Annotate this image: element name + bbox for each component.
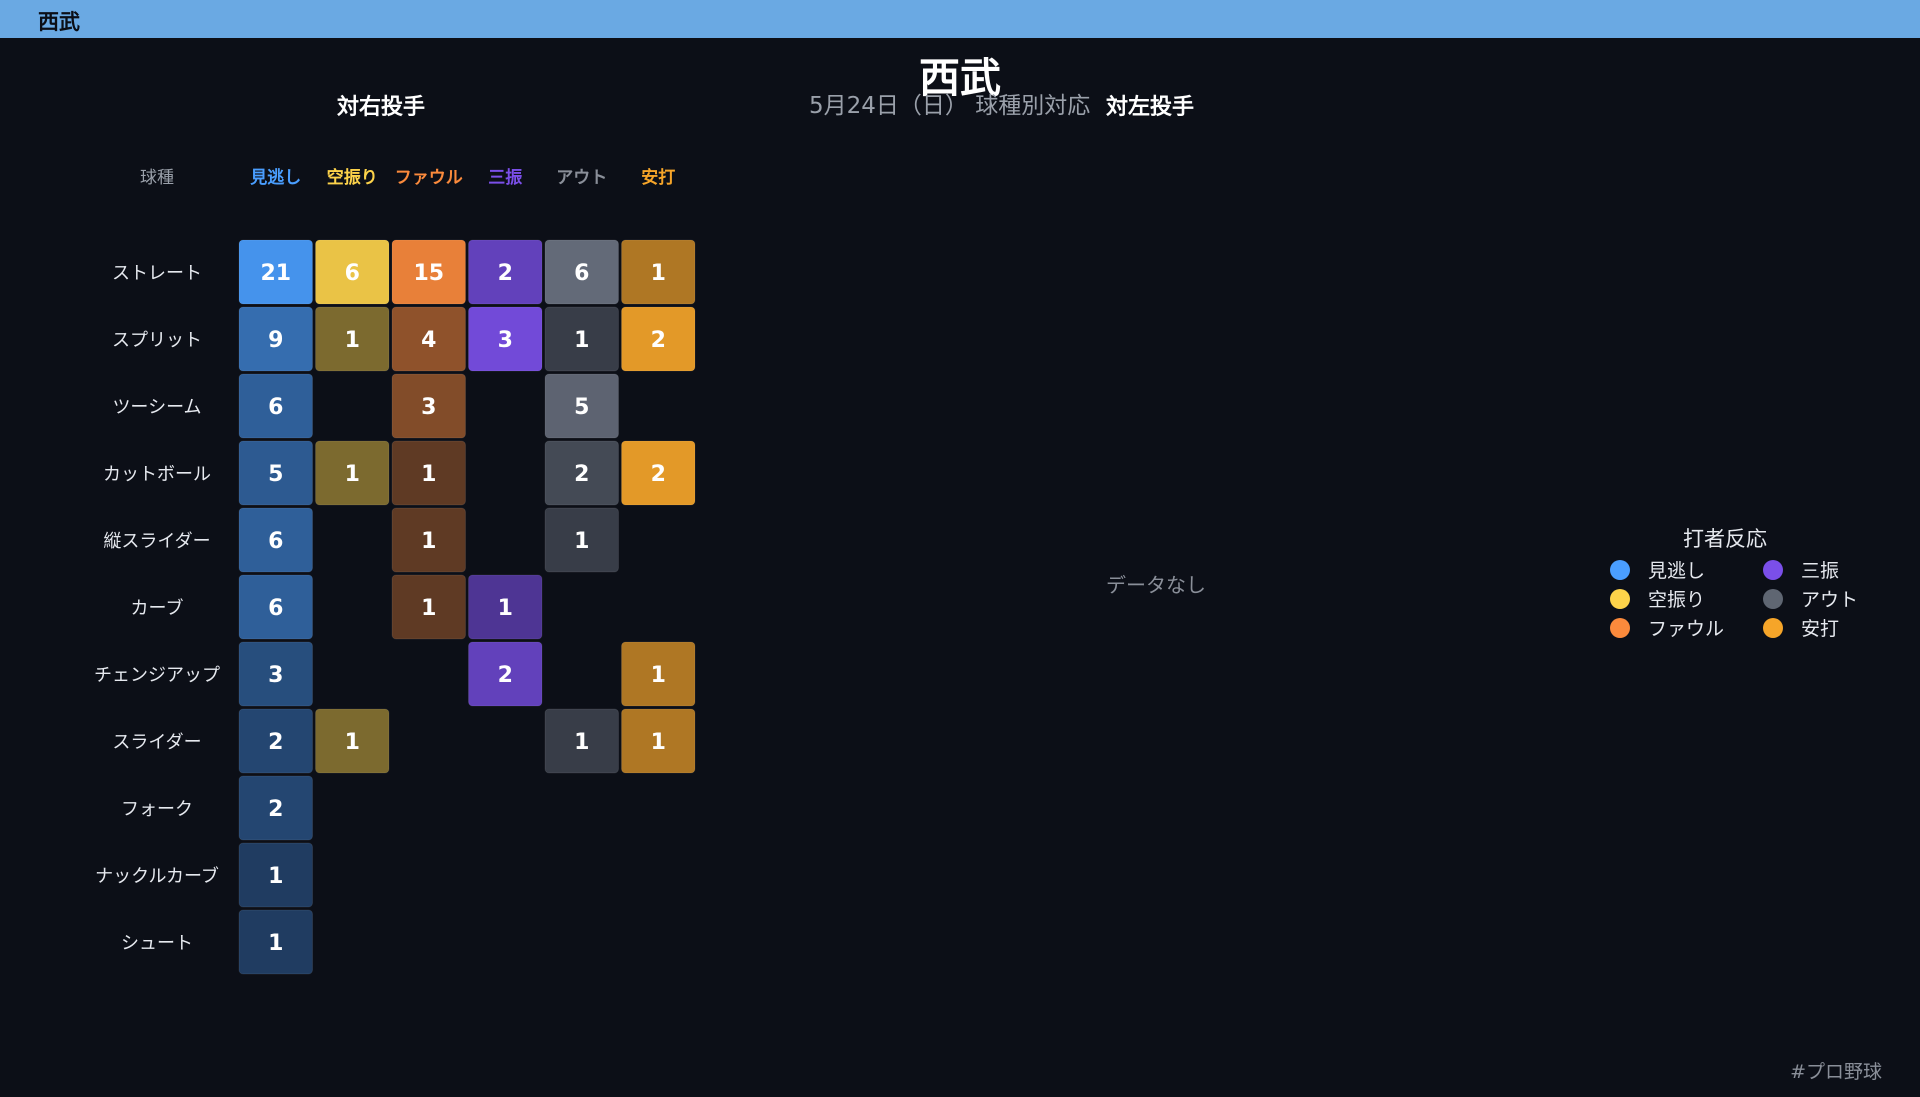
cell-value: 2: [574, 462, 589, 487]
column-header: 見逃し: [249, 167, 301, 188]
row-label: チェンジアップ: [94, 665, 220, 686]
panel-title-vs-left: 対左投手: [1106, 95, 1195, 120]
legend-label: 空振り: [1648, 589, 1706, 611]
row-label: スプリット: [112, 330, 202, 351]
legend-label: 見逃し: [1648, 560, 1706, 582]
cell-value: 1: [574, 730, 589, 755]
cell-value: 5: [268, 462, 283, 487]
cell-value: 3: [421, 395, 436, 420]
cell-value: 2: [498, 663, 513, 688]
legend-swatch: [1610, 617, 1630, 638]
cell-value: 6: [268, 596, 283, 621]
column-header: アウト: [556, 168, 607, 188]
legend-item: 空振り: [1610, 586, 1763, 611]
row-label: カットボール: [103, 464, 211, 485]
legend-label: アウト: [1801, 589, 1859, 611]
legend: 打者反応 見逃し 三振空振り アウトファウル 安打: [1610, 523, 1870, 640]
cell-value: 6: [268, 529, 283, 554]
legend-swatch: [1610, 588, 1630, 609]
cell-value: 2: [651, 328, 666, 353]
legend-swatch: [1763, 559, 1783, 580]
legend-title: 打者反応: [1683, 527, 1767, 551]
cell-value: 2: [268, 797, 283, 822]
cell-value: 3: [498, 328, 513, 353]
row-label: スライダー: [112, 732, 201, 753]
row-label: カーブ: [131, 597, 184, 619]
cell-value: 1: [421, 529, 436, 554]
cell-value: 1: [421, 462, 436, 487]
legend-label: 三振: [1801, 560, 1840, 582]
cell-value: 15: [413, 261, 444, 286]
cell-value: 6: [345, 261, 360, 286]
cell-value: 4: [421, 328, 436, 353]
row-label: シュート: [121, 933, 193, 954]
cell-value: 2: [498, 261, 513, 286]
column-header: 三振: [488, 167, 522, 188]
cell-value: 1: [421, 596, 436, 621]
column-header: 空振り: [327, 167, 378, 188]
cell-value: 1: [345, 730, 360, 755]
legend-label: 安打: [1801, 618, 1840, 640]
cell-value: 1: [268, 931, 283, 956]
row-label: ナックルカーブ: [95, 865, 219, 887]
cell-value: 3: [268, 663, 283, 688]
cell-value: 1: [345, 328, 360, 353]
legend-item: 見逃し: [1610, 557, 1763, 582]
cell-value: 5: [574, 395, 589, 420]
row-label: ツーシーム: [112, 397, 201, 418]
chart-subtitle: 5月24日（日） 球種別対応: [809, 93, 1091, 119]
cell-value: 2: [268, 730, 283, 755]
row-label: 縦スライダー: [103, 531, 210, 552]
column-header: 安打: [641, 167, 675, 188]
cell-value: 21: [260, 261, 291, 286]
cell-value: 9: [268, 328, 283, 353]
legend-items: 見逃し 三振空振り アウトファウル 安打: [1610, 557, 1870, 640]
legend-item: ファウル: [1610, 615, 1763, 640]
legend-swatch: [1763, 617, 1783, 638]
legend-swatch: [1610, 559, 1630, 580]
cell-value: 1: [268, 864, 283, 889]
row-header: 球種: [140, 168, 174, 188]
cell-value: 1: [574, 328, 589, 353]
legend-item: アウト: [1763, 586, 1883, 611]
column-header: ファウル: [395, 168, 463, 188]
cell-value: 1: [651, 730, 666, 755]
legend-label: ファウル: [1648, 618, 1725, 640]
cell-value: 6: [574, 261, 589, 286]
heatmap-vs-right: 球種 見逃し 空振り ファウル 三振 アウト 安打ストレート 21 6 15 2 6 1スプリット 9 1 4…: [94, 167, 696, 975]
cell-value: 6: [268, 395, 283, 420]
legend-item: 安打: [1763, 615, 1883, 640]
cell-value: 1: [345, 462, 360, 487]
hashtag: #プロ野球: [1790, 1061, 1882, 1083]
cell-value: 2: [651, 462, 666, 487]
no-data-message: データなし: [1106, 573, 1206, 597]
cell-value: 1: [574, 529, 589, 554]
cell-value: 1: [651, 663, 666, 688]
legend-swatch: [1763, 588, 1783, 609]
cell-value: 1: [498, 596, 513, 621]
row-label: ストレート: [112, 263, 202, 284]
cell-value: 1: [651, 261, 666, 286]
row-label: フォーク: [121, 799, 193, 820]
legend-item: 三振: [1763, 557, 1883, 582]
